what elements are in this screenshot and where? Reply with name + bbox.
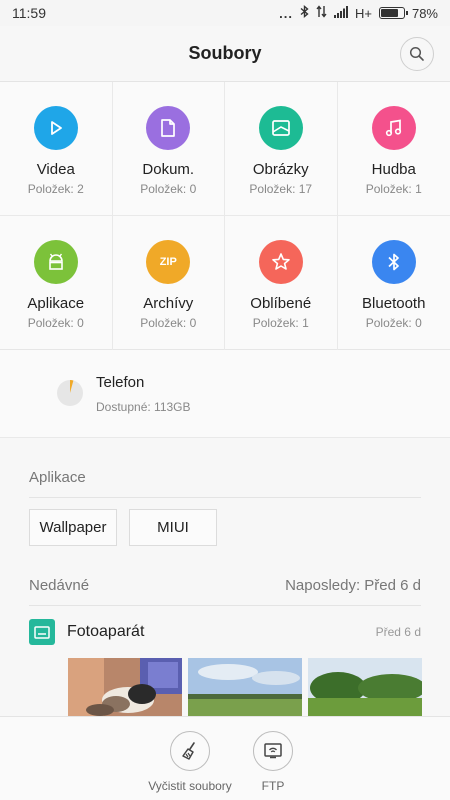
status-icons: ... H+ 78% xyxy=(279,5,438,21)
ftp-label: FTP xyxy=(261,779,285,793)
battery-icon xyxy=(378,7,408,19)
search-icon xyxy=(409,46,424,61)
storage-usage-pie-icon xyxy=(57,380,83,406)
play-icon xyxy=(33,106,78,150)
zip-icon-text: ZIP xyxy=(159,256,177,268)
photo-thumbnail[interactable] xyxy=(188,658,302,716)
signal-icon xyxy=(333,5,348,21)
category-label: Oblíbené xyxy=(250,295,312,312)
recent-last-time: Naposledy: Před 6 d xyxy=(285,577,421,594)
header: Soubory xyxy=(0,26,450,82)
star-icon xyxy=(258,240,303,284)
search-button[interactable] xyxy=(400,37,434,71)
zip-icon: ZIP xyxy=(146,240,191,284)
apps-section-header: Aplikace xyxy=(29,458,421,498)
music-note-icon xyxy=(371,106,416,150)
category-videos[interactable]: Videa Položek: 2 xyxy=(0,82,113,216)
notification-dots: ... xyxy=(279,5,293,21)
category-favorites[interactable]: Oblíbené Položek: 1 xyxy=(225,216,338,350)
category-music[interactable]: Hudba Položek: 1 xyxy=(337,82,450,216)
category-label: Videa xyxy=(36,161,75,178)
category-archives[interactable]: ZIP Archívy Položek: 0 xyxy=(113,216,225,350)
gallery-folder-icon xyxy=(29,619,55,645)
category-count: Položek: 17 xyxy=(249,182,313,196)
category-count: Položek: 0 xyxy=(365,316,422,330)
recent-folder-row[interactable]: Fotoaparát Před 6 d xyxy=(29,616,421,648)
clock: 11:59 xyxy=(12,5,46,21)
section-title: Aplikace xyxy=(29,469,86,486)
android-icon xyxy=(33,240,78,284)
category-label: Hudba xyxy=(371,161,416,178)
battery-percent: 78% xyxy=(411,5,438,21)
bluetooth-status-icon xyxy=(300,5,309,21)
section-title: Nedávné xyxy=(29,577,90,594)
category-apps[interactable]: Aplikace Položek: 0 xyxy=(0,216,113,350)
data-transfer-icon xyxy=(316,5,327,21)
category-label: Aplikace xyxy=(27,295,85,312)
category-grid: Videa Položek: 2 Dokum. Položek: 0 Obráz… xyxy=(0,82,450,350)
folder-time: Před 6 d xyxy=(375,625,421,639)
category-label: Obrázky xyxy=(252,161,309,178)
bluetooth-icon xyxy=(371,240,416,284)
main-content: Aplikace Wallpaper MIUI Nedávné Naposled… xyxy=(0,438,450,716)
category-label: Archívy xyxy=(143,295,194,312)
storage-free-space: Dostupné: 113GB xyxy=(96,400,191,414)
category-count: Položek: 1 xyxy=(252,316,309,330)
broom-icon xyxy=(170,731,210,771)
storage-phone[interactable]: Telefon Dostupné: 113GB xyxy=(0,350,450,438)
photo-thumbnail[interactable] xyxy=(308,658,422,716)
status-bar: 11:59 ... H+ 78% xyxy=(0,0,450,26)
category-count: Položek: 0 xyxy=(27,316,84,330)
category-count: Položek: 0 xyxy=(140,316,197,330)
category-documents[interactable]: Dokum. Položek: 0 xyxy=(112,82,225,216)
document-icon xyxy=(146,106,191,150)
category-bluetooth[interactable]: Bluetooth Položek: 0 xyxy=(338,216,450,350)
photo-thumbnail[interactable] xyxy=(68,658,182,716)
bottom-toolbar: Vyčistit soubory FTP xyxy=(0,716,450,800)
category-label: Dokum. xyxy=(142,161,195,178)
category-count: Položek: 1 xyxy=(365,182,422,196)
clean-files-button[interactable]: Vyčistit soubory xyxy=(145,731,235,793)
app-chip-miui[interactable]: MIUI xyxy=(129,509,217,546)
ftp-icon xyxy=(253,731,293,771)
category-count: Položek: 0 xyxy=(140,182,197,196)
clean-files-label: Vyčistit soubory xyxy=(148,779,232,793)
page-title: Soubory xyxy=(188,43,262,63)
image-icon xyxy=(258,106,303,150)
category-label: Bluetooth xyxy=(362,295,426,312)
category-count: Položek: 2 xyxy=(27,182,84,196)
recent-section-header: Nedávné Naposledy: Před 6 d xyxy=(29,566,421,606)
storage-name: Telefon xyxy=(96,374,145,391)
category-images[interactable]: Obrázky Položek: 17 xyxy=(225,82,338,216)
ftp-button[interactable]: FTP xyxy=(228,731,318,793)
app-chip-wallpaper[interactable]: Wallpaper xyxy=(29,509,117,546)
folder-name: Fotoaparát xyxy=(67,623,145,640)
network-type: H+ xyxy=(354,5,372,21)
